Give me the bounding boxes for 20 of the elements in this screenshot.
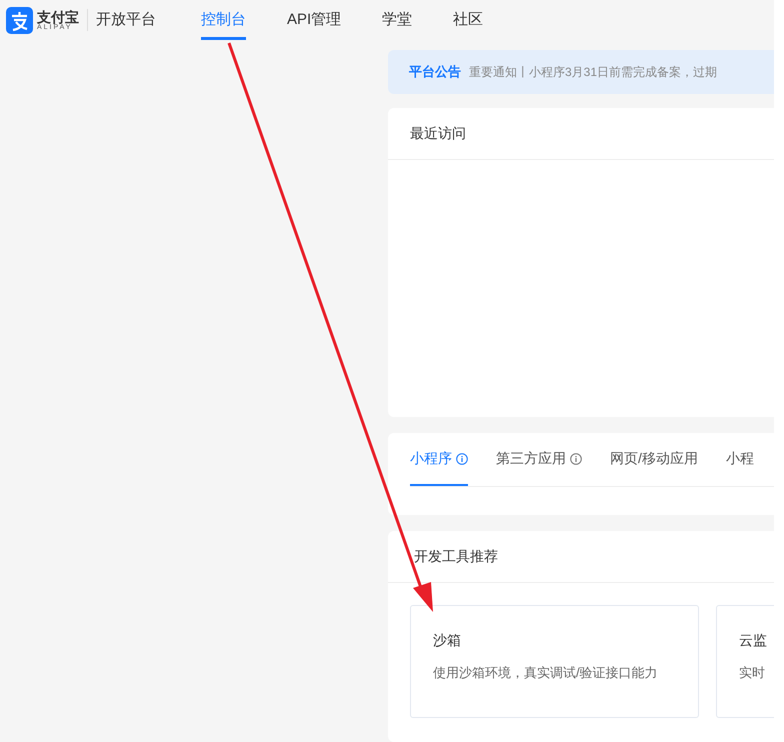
tool-title: 沙箱 xyxy=(433,631,462,650)
platform-title: 开放平台 xyxy=(96,10,156,30)
app-tab[interactable]: 第三方应用 xyxy=(496,433,582,486)
logo-text: 支付宝 xyxy=(37,10,79,24)
card-title: 最近访问 xyxy=(410,124,466,143)
nav-tab[interactable]: 学堂 xyxy=(382,0,412,40)
app-tab[interactable]: 小程序 xyxy=(410,433,468,486)
nav-tab[interactable]: API管理 xyxy=(287,0,342,40)
app-tab[interactable]: 小程 xyxy=(726,433,754,486)
tool-card[interactable]: 云监 实时 xyxy=(716,605,774,718)
card-title: 开发工具推荐 xyxy=(414,547,498,566)
nav-tab[interactable]: 控制台 xyxy=(201,0,246,40)
logo-icon xyxy=(6,6,33,34)
tool-description: 使用沙箱环境，真实调试/验证接口能力 xyxy=(433,664,659,682)
app-tab[interactable]: 网页/移动应用 xyxy=(610,433,698,486)
tool-title: 云监 xyxy=(739,631,768,650)
tool-description: 实时 xyxy=(739,664,766,682)
nav-tab[interactable]: 社区 xyxy=(453,0,484,40)
announcement-label: 平台公告 xyxy=(409,63,461,82)
tool-card[interactable]: 沙箱 使用沙箱环境，真实调试/验证接口能力 xyxy=(410,605,699,718)
